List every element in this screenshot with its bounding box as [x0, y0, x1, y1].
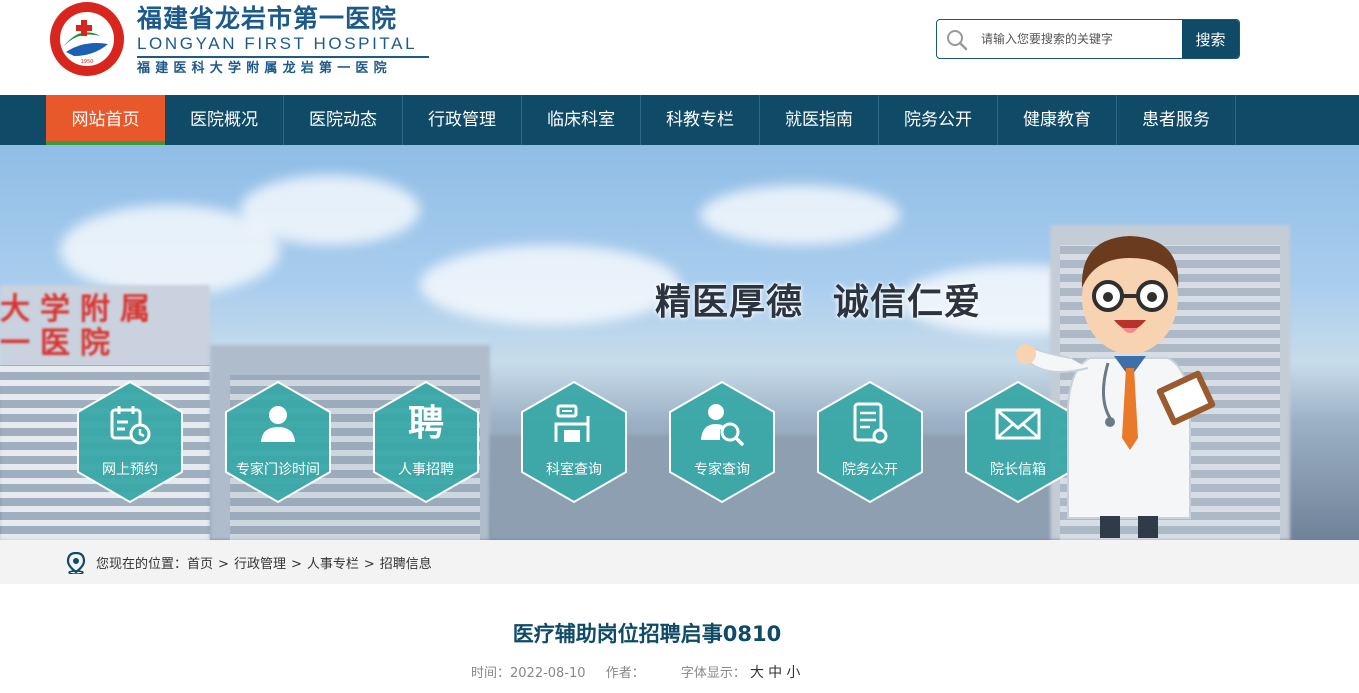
breadcrumb-recruitment-info[interactable]: 招聘信息 — [380, 557, 432, 572]
nav-list: 网站首页 医院概况 医院动态 行政管理 临床科室 科教专栏 就医指南 院务公开 … — [46, 95, 1236, 145]
breadcrumb: 您现在的位置：首页 > 行政管理 > 人事专栏 > 招聘信息 — [96, 553, 432, 572]
breadcrumb-separator: > — [363, 557, 375, 572]
quick-link-recruitment[interactable]: 聘 人事招聘 — [372, 380, 480, 504]
quick-link-label: 专家查询 — [694, 462, 750, 478]
nav-item-administration[interactable]: 行政管理 — [403, 95, 522, 145]
time-value: 2022-08-10 — [510, 666, 586, 681]
department-icon — [554, 404, 590, 442]
breadcrumb-administration[interactable]: 行政管理 — [234, 557, 286, 572]
slogan-right: 诚信仁爱 — [833, 282, 982, 323]
quick-link-label: 人事招聘 — [398, 462, 454, 478]
quick-link-label: 专家门诊时间 — [236, 462, 320, 478]
logo-english-name: LONGYAN FIRST HOSPITAL — [137, 34, 418, 53]
quick-link-department-search[interactable]: 科室查询 — [520, 380, 628, 504]
location-pin-icon — [66, 552, 86, 574]
quick-link-online-appointment[interactable]: 网上预约 — [76, 380, 184, 504]
font-size-label: 字体显示： — [680, 666, 746, 681]
nav-item-health-education[interactable]: 健康教育 — [998, 95, 1117, 145]
nav-item-affairs-disclosure[interactable]: 院务公开 — [879, 95, 998, 145]
search-icon — [947, 30, 968, 51]
svg-text:1950: 1950 — [81, 59, 94, 65]
calendar-clock-icon — [110, 406, 151, 445]
logo-subtitle: 福建医科大学附属龙岩第一医院 — [137, 61, 392, 76]
quick-link-label: 科室查询 — [546, 462, 602, 478]
quick-link-expert-clinic-hours[interactable]: 专家门诊时间 — [224, 380, 332, 504]
hospital-seal-logo[interactable]: 1950 — [48, 0, 126, 78]
breadcrumb-prefix: 您现在的位置： — [96, 557, 188, 572]
quick-link-label: 院务公开 — [842, 462, 898, 478]
cloud — [420, 245, 680, 325]
building-sign: 大学附属 一医院 — [0, 293, 160, 361]
nav-item-news[interactable]: 医院动态 — [284, 95, 403, 145]
breadcrumb-separator: > — [218, 557, 229, 572]
search-box: 搜索 — [936, 19, 1240, 59]
breadcrumb-hr-column[interactable]: 人事专栏 — [307, 557, 359, 572]
nav-item-medical-guide[interactable]: 就医指南 — [760, 95, 879, 145]
logo-chinese-name: 福建省龙岩市第一医院 — [137, 4, 398, 33]
document-icon — [853, 402, 888, 444]
building-sign-line1: 大学附属 — [0, 292, 160, 327]
time-label: 时间： — [471, 666, 511, 681]
logo-text[interactable]: 福建省龙岩市第一医院 LONGYAN FIRST HOSPITAL 福建医科大学… — [137, 4, 437, 78]
recruit-glyph: 聘 — [407, 403, 444, 444]
quick-link-expert-search[interactable]: 专家查询 — [668, 380, 776, 504]
expert-search-icon — [701, 404, 744, 446]
site-header: 1950 福建省龙岩市第一医院 LONGYAN FIRST HOSPITAL 福… — [0, 0, 1359, 95]
main-nav: 网站首页 医院概况 医院动态 行政管理 临床科室 科教专栏 就医指南 院务公开 … — [0, 95, 1359, 145]
search-input[interactable] — [981, 20, 1181, 58]
breadcrumb-bar: 您现在的位置：首页 > 行政管理 > 人事专栏 > 招聘信息 — [0, 540, 1359, 584]
article-meta: 时间：2022-08-10 作者： 字体显示： 大 中 小 — [471, 662, 800, 682]
search-button[interactable]: 搜索 — [1182, 20, 1239, 58]
building-sign-line2: 一医院 — [0, 326, 120, 361]
nav-item-home[interactable]: 网站首页 — [46, 95, 165, 145]
nav-item-research-education[interactable]: 科教专栏 — [641, 95, 760, 145]
cloud — [700, 185, 900, 245]
hero-banner: 大学附属 一医院 精医厚德 诚信仁爱 网上预约 专家门诊时间 聘 人事招聘 科室… — [0, 145, 1359, 540]
nav-item-about[interactable]: 医院概况 — [165, 95, 284, 145]
slogan-left: 精医厚德 — [655, 282, 804, 323]
person-icon — [261, 406, 295, 442]
author-label: 作者： — [605, 666, 645, 681]
banner-slogan: 精医厚德 诚信仁爱 — [655, 273, 1011, 325]
font-size-small-button[interactable]: 小 — [786, 665, 800, 681]
recruit-glyph-icon: 聘 — [402, 400, 450, 448]
cloud — [240, 175, 420, 245]
doctor-cartoon-illustration — [1016, 236, 1216, 538]
breadcrumb-separator: > — [290, 557, 302, 572]
quick-link-affairs-disclosure[interactable]: 院务公开 — [816, 380, 924, 504]
nav-item-patient-services[interactable]: 患者服务 — [1117, 95, 1236, 145]
breadcrumb-home[interactable]: 首页 — [187, 557, 213, 572]
nav-item-clinical-departments[interactable]: 临床科室 — [522, 95, 641, 145]
quick-link-label: 网上预约 — [102, 462, 158, 478]
font-size-medium-button[interactable]: 中 — [768, 665, 782, 681]
logo-divider — [137, 56, 429, 58]
font-size-large-button[interactable]: 大 — [750, 665, 764, 681]
article-title: 医疗辅助岗位招聘启事0810 — [512, 622, 782, 646]
